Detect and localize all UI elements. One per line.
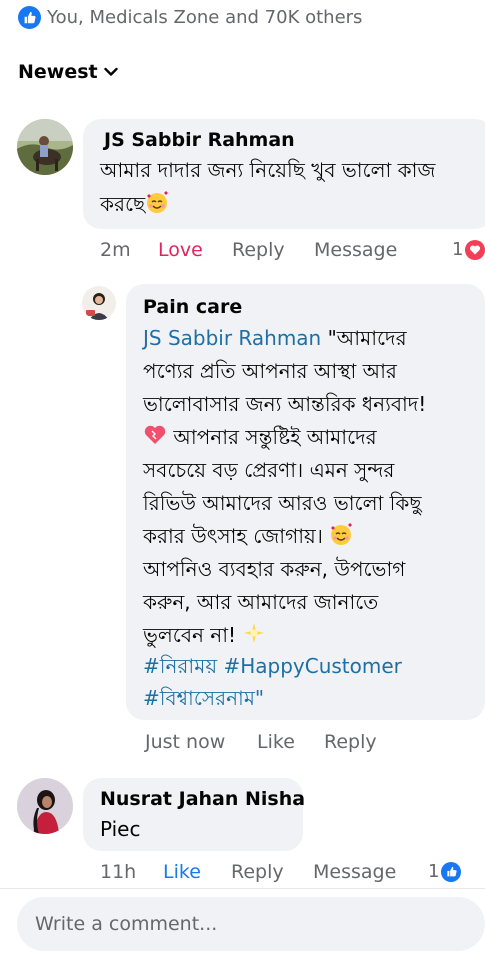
love-reaction-button[interactable]: Love xyxy=(158,239,203,261)
reply-text-line: সবচেয়ে বড় প্রেরণা। এমন সুন্দর xyxy=(143,458,395,482)
reply-button[interactable]: Reply xyxy=(324,731,377,753)
reaction-count[interactable]: 1 xyxy=(452,239,485,260)
divider xyxy=(0,888,485,889)
reply-text-line: ভালোবাসার জন্য আন্তরিক ধন্যবাদ! xyxy=(143,392,427,416)
reply-text-line: JS Sabbir Rahman "আমাদের xyxy=(143,326,407,350)
comment-timestamp: 11h xyxy=(100,861,137,883)
avatar[interactable] xyxy=(82,286,116,320)
reaction-count[interactable]: 1 xyxy=(428,861,462,882)
smiling-face-with-hearts-icon xyxy=(145,190,169,214)
hashtag-line[interactable]: #বিশ্বাসেরনাম" xyxy=(143,684,264,717)
reply-text-line: আপনার সন্তুষ্টিই আমাদের xyxy=(143,423,377,456)
like-button[interactable]: Like xyxy=(257,731,295,753)
reply-button[interactable]: Reply xyxy=(231,861,284,883)
avatar[interactable] xyxy=(17,778,73,834)
comment-author[interactable]: JS Sabbir Rahman xyxy=(104,129,295,151)
chevron-down-icon xyxy=(103,67,118,77)
comment-author[interactable]: Nusrat Jahan Nisha xyxy=(100,788,305,810)
sparkle-icon xyxy=(242,621,266,645)
reply-text-line: ভুলবেন না! xyxy=(143,621,266,654)
message-button[interactable]: Message xyxy=(313,861,396,883)
like-icon xyxy=(441,861,462,882)
reply-timestamp: Just now xyxy=(145,731,226,753)
reply-button[interactable]: Reply xyxy=(232,239,285,261)
smiling-face-with-hearts-icon xyxy=(329,522,353,546)
reply-text-line: করার উৎসাহ জোগায়। xyxy=(143,522,353,555)
love-icon xyxy=(465,239,485,260)
avatar[interactable] xyxy=(17,119,73,175)
reply-text-line: করুন, আর আমাদের জানাতে xyxy=(143,590,379,614)
reactions-summary[interactable]: You, Medicals Zone and 70K others xyxy=(18,4,362,30)
reaction-count-value: 1 xyxy=(428,861,440,882)
comment-text-line: আমার দাদার জন্য নিয়েছি খুব ভালো কাজ xyxy=(100,158,436,182)
hashtag-line[interactable]: #নিরাময় #HappyCustomer xyxy=(143,652,402,685)
like-icon xyxy=(18,5,41,29)
reply-author[interactable]: Pain care xyxy=(143,296,242,318)
reactions-summary-text: You, Medicals Zone and 70K others xyxy=(47,6,363,28)
sort-dropdown[interactable]: Newest xyxy=(18,58,118,86)
reply-text-line: আপনিও ব্যবহার করুন, উপভোগ xyxy=(143,557,406,581)
comment-text-line: করছে xyxy=(100,190,169,223)
heart-icon xyxy=(143,423,167,447)
sort-label: Newest xyxy=(18,61,98,83)
comment-timestamp: 2m xyxy=(100,239,131,261)
comment-input[interactable] xyxy=(35,897,465,951)
mention-link[interactable]: JS Sabbir Rahman xyxy=(143,326,321,350)
reply-text-line: রিভিউ আমাদের আরও ভালো কিছু xyxy=(143,491,422,515)
reply-text-line: পণ্যের প্রতি আপনার আস্থা আর xyxy=(143,359,397,383)
reaction-count-value: 1 xyxy=(452,239,464,260)
comment-composer[interactable] xyxy=(17,897,485,951)
comment-text-line: Piec xyxy=(100,817,141,841)
like-button[interactable]: Like xyxy=(163,861,201,883)
message-button[interactable]: Message xyxy=(314,239,397,261)
